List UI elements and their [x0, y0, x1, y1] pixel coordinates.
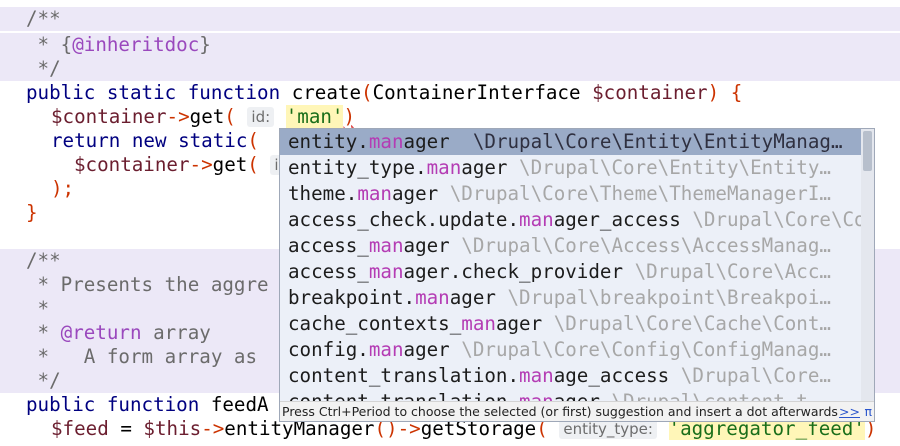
footer-hint-text: Press Ctrl+Period to choose the selected…: [282, 404, 838, 419]
completion-item-name: access_: [288, 234, 369, 257]
completion-item-name: ager: [403, 130, 450, 153]
completion-item-name: theme.: [288, 182, 358, 205]
doc-comment: * Presents the aggre: [26, 273, 269, 296]
scrollbar-thumb[interactable]: [863, 131, 872, 171]
completion-item-name: ager: [495, 312, 543, 335]
completion-item-match: man: [368, 260, 404, 283]
completion-item-name: ager: [449, 286, 496, 309]
completion-item-name: access_check.update.: [288, 208, 520, 231]
pi-icon[interactable]: π: [864, 402, 872, 421]
statement: );: [51, 177, 75, 200]
parameter-hint: id:: [247, 107, 275, 127]
completion-item-type: \Drupal\Core\Theme\ThemeManagerI…: [438, 182, 831, 205]
completion-item-match: man: [368, 234, 404, 257]
completion-item-type: \Drupal\Core…: [669, 364, 831, 387]
completion-scrollbar[interactable]: [861, 129, 874, 401]
code-line: /**: [0, 7, 900, 31]
completion-item-type: \Drupal\Core\Config\ConfigManag…: [449, 338, 831, 361]
completion-item[interactable]: content_translation.manage_access \Drupa…: [280, 363, 862, 389]
completion-item-match: man: [519, 364, 554, 387]
code-line: * {@inheritdoc}: [0, 33, 900, 57]
function-signature: public function feedA: [26, 393, 269, 416]
completion-item-name: entity.: [288, 130, 369, 153]
statement: return new static(: [51, 129, 259, 152]
completion-item-type: \Drupal\Core\Entity\Entity…: [507, 156, 831, 179]
completion-item-match: man: [368, 338, 404, 361]
doc-comment: * {@inheritdoc}: [26, 33, 211, 56]
completion-item-name: config.: [288, 338, 369, 361]
completion-item-type: \Drupal\Core\Entity\EntityManag…: [449, 130, 843, 153]
completion-item[interactable]: breakpoint.manager \Drupal\breakpoint\Br…: [280, 285, 862, 311]
completion-item-name: ager: [403, 234, 450, 257]
completion-item-name: entity_type.: [288, 156, 427, 179]
completion-item-name: ager: [403, 338, 450, 361]
completion-item-name: ager_access: [553, 208, 681, 231]
completion-item-match: man: [415, 286, 450, 309]
completion-item-name: ager.check_provider: [403, 260, 624, 283]
code-line: public static function create(ContainerI…: [0, 81, 900, 105]
completion-item[interactable]: access_check.update.manager_access \Drup…: [280, 207, 862, 233]
completion-item-name: ager: [391, 182, 439, 205]
code-editor[interactable]: /** * {@inheritdoc} */ public static fun…: [0, 0, 900, 446]
completion-item-type: \Drupal\Core\Cache\Cont…: [542, 312, 831, 335]
completion-item[interactable]: cache_contexts_manager \Drupal\Core\Cach…: [280, 311, 862, 337]
completion-item[interactable]: access_manager \Drupal\Core\Access\Acces…: [280, 233, 862, 259]
doc-comment: /**: [26, 249, 61, 272]
completion-item[interactable]: config.manager \Drupal\Core\Config\Confi…: [280, 337, 862, 363]
statement: $container->get( i: [74, 153, 283, 177]
completion-item-name: breakpoint.: [288, 286, 416, 309]
completion-item-type: \Drupal\Core\Access\AccessManag…: [449, 234, 831, 257]
completion-popup[interactable]: entity.manager \Drupal\Core\Entity\Entit…: [279, 128, 875, 422]
completion-item-name: cache_contexts_: [288, 312, 462, 335]
completion-item-type: \Drupal\Core\Acc…: [623, 260, 831, 283]
doc-comment: * A form array as: [26, 345, 258, 368]
completion-item-match: man: [519, 390, 554, 401]
completion-footer: Press Ctrl+Period to choose the selected…: [280, 401, 874, 421]
more-link[interactable]: >>: [839, 402, 860, 421]
completion-list[interactable]: entity.manager \Drupal\Core\Entity\Entit…: [280, 129, 862, 401]
completion-item-match: man: [357, 182, 392, 205]
completion-item[interactable]: entity.manager \Drupal\Core\Entity\Entit…: [280, 129, 862, 155]
completion-item-match: man: [519, 208, 554, 231]
completion-item-type: \Drupal\Core\Cor…: [692, 208, 862, 231]
completion-item[interactable]: access_manager.check_provider \Drupal\Co…: [280, 259, 862, 285]
completion-item[interactable]: content_translation.manager \Drupal\cont…: [280, 389, 862, 401]
completion-item-name: content_translation.: [288, 390, 519, 401]
completion-item-type: \Drupal\breakpoint\Breakpoi…: [495, 286, 831, 309]
completion-item[interactable]: entity_type.manager \Drupal\Core\Entity\…: [280, 155, 862, 181]
completion-item-name: access_: [288, 260, 369, 283]
parameter-hint: entity_type:: [559, 419, 657, 439]
doc-comment: * @return array: [26, 321, 211, 344]
doc-comment: */: [26, 369, 61, 392]
function-signature: public static function create(ContainerI…: [26, 81, 743, 104]
string-literal: 'man': [285, 105, 344, 128]
completion-item-match: man: [426, 156, 462, 179]
code-line: $container->get( id: 'man'): [0, 105, 900, 129]
completion-item-name: age_access: [553, 364, 670, 387]
doc-comment: *: [26, 297, 50, 320]
completion-item-match: man: [368, 130, 404, 153]
statement: $container->get( id: 'man'): [51, 105, 356, 128]
closing-brace: }: [26, 201, 38, 224]
doc-comment: */: [26, 57, 61, 80]
completion-item-type: \Drupal\content_t…: [600, 390, 819, 401]
completion-item-name: ager: [554, 390, 600, 401]
completion-item-match: man: [461, 312, 496, 335]
completion-item[interactable]: theme.manager \Drupal\Core\Theme\ThemeMa…: [280, 181, 862, 207]
code-line: */: [0, 57, 900, 81]
doc-comment: /**: [26, 7, 61, 30]
completion-item-name: ager: [461, 156, 508, 179]
completion-item-name: content_translation.: [288, 364, 520, 387]
